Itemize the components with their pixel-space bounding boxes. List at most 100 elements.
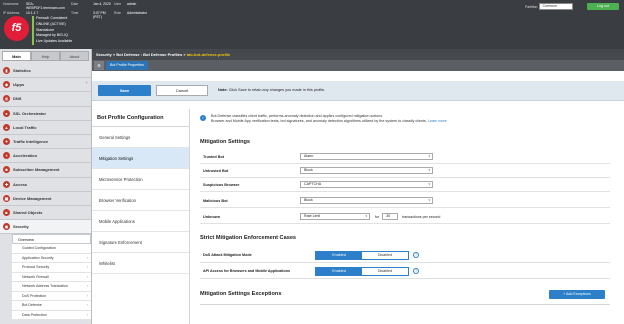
sidebar-item-statistics[interactable]: ▮ Statistics	[0, 64, 91, 79]
help-icon[interactable]: ?	[413, 268, 419, 274]
unknown-row: Unknown Rate Limit ▾ for 30 transactions …	[200, 210, 610, 224]
nav-whitelist[interactable]: Whitelist	[92, 253, 189, 274]
api-access-toggle: Enabled Disabled	[315, 266, 409, 276]
partition-select[interactable]: Common	[539, 3, 574, 10]
partition-selector: Partition Common	[525, 3, 574, 10]
logout-button[interactable]: Log out	[587, 3, 619, 10]
enabled-option[interactable]: Enabled	[316, 251, 362, 259]
suspicious-browser-select[interactable]: CAPTCHA ▾	[300, 181, 433, 188]
unknown-select[interactable]: Rate Limit ▾	[300, 213, 370, 220]
sidebar-sub-label: Application Security	[22, 255, 54, 260]
rate-limit-input[interactable]: 30	[382, 213, 399, 220]
sidebar-item-security[interactable]: ◉ Security	[0, 220, 91, 235]
note-text: Click Save to retain any changes you mad…	[228, 88, 326, 92]
sidebar-sub-bot-defense[interactable]: Bot Defense ›	[12, 301, 91, 311]
sidebar-sub-label: Network Address Translation	[22, 284, 68, 289]
rate-unit-label: transactions per second	[402, 214, 441, 219]
chevron-down-icon: ▾	[365, 214, 367, 218]
disabled-option[interactable]: Disabled	[362, 251, 408, 259]
sidebar-item-label: SSL Orchestrator	[13, 110, 47, 116]
profile-config-nav: Bot Profile Configuration General Settin…	[92, 109, 190, 324]
sidebar-sub-protocol-security[interactable]: Protocol Security ›	[12, 263, 91, 273]
sidebar-item-access[interactable]: ✚ Access	[0, 178, 91, 192]
bolt-icon: ϟ	[3, 152, 10, 160]
sidebar-sub-network-firewall[interactable]: Network Firewall ›	[12, 272, 91, 283]
enabled-option[interactable]: Enabled	[316, 267, 362, 275]
sidebar-sub-label: DoS Protection	[22, 293, 47, 298]
nav-microservice-protection[interactable]: Microservice Protection	[92, 169, 189, 190]
key-icon: ✚	[3, 180, 10, 188]
system-status: Firewall: Consistent ONLINE (ACTIVE) Sta…	[32, 16, 72, 45]
tab-about[interactable]: About	[60, 51, 89, 61]
sidebar-sub-network-address-translation[interactable]: Network Address Translation ›	[12, 282, 91, 292]
sidebar-item-label: iApps	[13, 82, 25, 88]
info-line: Browser and Mobile App verification test…	[211, 119, 427, 124]
save-note: Note: Click Save to retain any changes y…	[218, 88, 325, 92]
sidebar-sub-label: Guided Configuration	[22, 246, 56, 251]
sidebar-sub-overview[interactable]: Overview	[12, 234, 91, 245]
trusted-bot-select[interactable]: Alarm ▾	[300, 153, 433, 160]
save-button[interactable]: Save	[98, 85, 151, 96]
nav-signature-enforcement[interactable]: Signature Enforcement	[92, 232, 189, 253]
select-value: Rate Limit	[304, 214, 321, 218]
nav-browser-verification[interactable]: Browser Verification	[92, 190, 189, 211]
sidebar-item-local-traffic[interactable]: ▲ Local Traffic	[0, 121, 91, 135]
nav-general-settings[interactable]: General Settings	[92, 127, 189, 148]
plus-icon[interactable]: +	[86, 80, 88, 85]
suspicious-browser-label: Suspicious Browser	[203, 182, 240, 187]
sidebar-item-device-management[interactable]: ▣ Device Management	[0, 192, 91, 206]
sidebar-sub-dos-protection[interactable]: DoS Protection ›	[12, 291, 91, 302]
hostname-label: Hostname	[3, 2, 19, 6]
nav-mitigation-settings[interactable]: Mitigation Settings	[92, 148, 189, 169]
sidebar-item-subscriber-management[interactable]: ☻ Subscriber Management	[0, 163, 91, 178]
hostname-value: SEA-WEBPDF1.terminam.com	[26, 2, 65, 10]
note-label: Note:	[218, 88, 228, 92]
sidebar-sub-application-security[interactable]: Application Security ›	[12, 253, 91, 264]
sidebar-item-label: Access	[13, 181, 28, 187]
select-value: Block	[304, 198, 313, 202]
help-icon[interactable]: ?	[413, 252, 419, 258]
cancel-button[interactable]: Cancel	[156, 85, 208, 96]
sidebar-sub-label: Bot Defense	[22, 303, 42, 308]
untrusted-bot-row: Untrusted Bot Block ▾	[200, 164, 610, 178]
info-icon: i	[200, 115, 206, 121]
api-access-label: API Access for Browsers and Mobile Appli…	[203, 269, 291, 273]
sidebar-item-iapps[interactable]: ◆ iApps +	[0, 78, 91, 93]
exceptions-heading: Mitigation Settings Exceptions	[200, 291, 282, 297]
nav-mobile-applications[interactable]: Mobile Applications	[92, 211, 189, 232]
dos-mitigation-row: DoS Attack Mitigation Mode Enabled Disab…	[200, 248, 610, 263]
breadcrumb-path[interactable]: Security » Bot Defense : Bot Defense Pro…	[96, 52, 187, 57]
gear-icon[interactable]: ⚙	[94, 61, 104, 70]
chart-icon: ▮	[3, 67, 10, 75]
sidebar-sub-label: Protocol Security	[22, 265, 50, 270]
sidebar-item-traffic-intelligence[interactable]: ✦ Traffic Intelligence	[0, 135, 91, 150]
mitigation-settings-heading: Mitigation Settings	[200, 139, 251, 145]
learn-more-link[interactable]: Learn more	[428, 119, 447, 123]
objects-icon: ■	[3, 208, 10, 216]
globe-icon: ◎	[3, 95, 10, 103]
sidebar: Main Help About ▮ Statistics ◆ iApps + ◎ DNS…	[0, 49, 92, 324]
status-line[interactable]: Live Updates Available	[32, 39, 72, 45]
sidebar-item-shared-objects[interactable]: ■ Shared Objects	[0, 206, 91, 221]
tab-help[interactable]: Help	[31, 51, 60, 61]
tab-bot-profile-properties[interactable]: Bot Profile Properties	[106, 61, 148, 70]
sidebar-item-acceleration[interactable]: ϟ Acceleration	[0, 149, 91, 164]
f5-logo[interactable]: f5	[4, 16, 29, 41]
sidebar-item-ssl-orchestrator[interactable]: ● SSL Orchestrator	[0, 107, 91, 121]
untrusted-bot-select[interactable]: Block ▾	[300, 167, 433, 174]
top-banner: Hostname SEA-WEBPDF1.terminam.com Date J…	[0, 0, 624, 49]
malicious-bot-label: Malicious Bot	[203, 198, 228, 203]
disabled-option[interactable]: Disabled	[362, 267, 408, 275]
malicious-bot-select[interactable]: Block ▾	[300, 197, 433, 204]
trusted-bot-label: Trusted Bot	[203, 154, 225, 159]
status-line[interactable]: Firewall: Consistent	[32, 16, 72, 22]
sidebar-item-label: DNS	[13, 96, 22, 102]
chevron-right-icon: ›	[86, 274, 88, 279]
shield-icon: ◉	[3, 223, 10, 231]
unknown-label: Unknown	[203, 214, 221, 219]
tab-main[interactable]: Main	[2, 51, 31, 61]
sidebar-item-dns[interactable]: ◎ DNS	[0, 92, 91, 107]
sidebar-sub-guided-configuration[interactable]: Guided Configuration	[12, 244, 91, 254]
sidebar-sub-data-protection[interactable]: Data Protection ›	[12, 310, 91, 321]
add-exceptions-button[interactable]: + Add Exceptions	[549, 290, 605, 299]
